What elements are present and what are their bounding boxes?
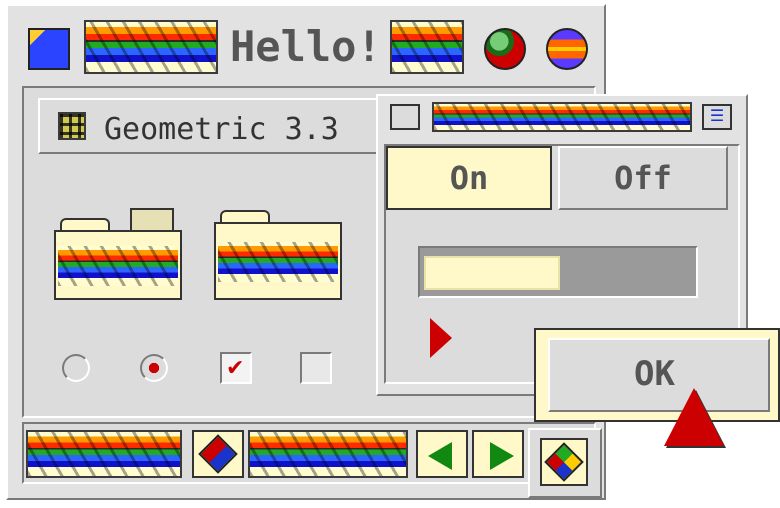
red-sphere-icon[interactable] bbox=[484, 28, 526, 70]
radio-button-on[interactable] bbox=[140, 354, 168, 382]
checkmark-icon: ✔ bbox=[226, 356, 245, 381]
radio-button-off[interactable] bbox=[62, 354, 90, 382]
desktop: { "main_window": { "title": "Hello!", "c… bbox=[0, 0, 780, 508]
popup-titlebar: ☰ bbox=[384, 100, 740, 134]
checkbox-unchecked[interactable] bbox=[300, 352, 332, 384]
red-cursor-icon bbox=[664, 388, 724, 446]
close-box-icon[interactable] bbox=[390, 104, 420, 130]
rainbow-sphere-icon[interactable] bbox=[546, 28, 588, 70]
control-panel-title: Geometric 3.3 bbox=[104, 112, 339, 147]
popup-title-strip bbox=[432, 102, 692, 132]
segment-off[interactable]: Off bbox=[558, 146, 728, 210]
segment-on[interactable]: On bbox=[386, 146, 552, 210]
folder-rainbow-icon[interactable] bbox=[214, 210, 342, 302]
scroll-track-left[interactable] bbox=[26, 430, 182, 478]
ok-button[interactable]: OK bbox=[548, 338, 770, 412]
blue-cube-icon[interactable] bbox=[28, 28, 70, 70]
right-arrow-button[interactable] bbox=[472, 430, 524, 478]
grid-icon bbox=[58, 112, 86, 140]
multicolor-diamond-icon[interactable] bbox=[540, 438, 588, 486]
left-arrow-button[interactable] bbox=[416, 430, 468, 478]
folder-smiley-icon[interactable] bbox=[54, 208, 182, 300]
progress-fill bbox=[424, 256, 560, 290]
window-title: Hello! bbox=[230, 22, 382, 71]
scroll-track-right[interactable] bbox=[248, 430, 408, 478]
rainbow-strip-left bbox=[84, 20, 218, 74]
corner-icon-holder bbox=[528, 428, 602, 498]
checkbox-checked[interactable]: ✔ bbox=[220, 352, 252, 384]
zoom-box-icon[interactable]: ☰ bbox=[702, 104, 732, 130]
play-triangle-icon[interactable] bbox=[430, 318, 452, 358]
control-panel-header: Geometric 3.3 bbox=[38, 98, 398, 154]
rainbow-strip-right bbox=[390, 20, 464, 74]
title-bar: Hello! bbox=[8, 6, 604, 80]
bottom-scroller bbox=[22, 422, 596, 484]
progress-bar bbox=[418, 246, 698, 298]
ok-dialog: OK bbox=[534, 328, 780, 422]
diamond-icon[interactable] bbox=[192, 430, 244, 478]
